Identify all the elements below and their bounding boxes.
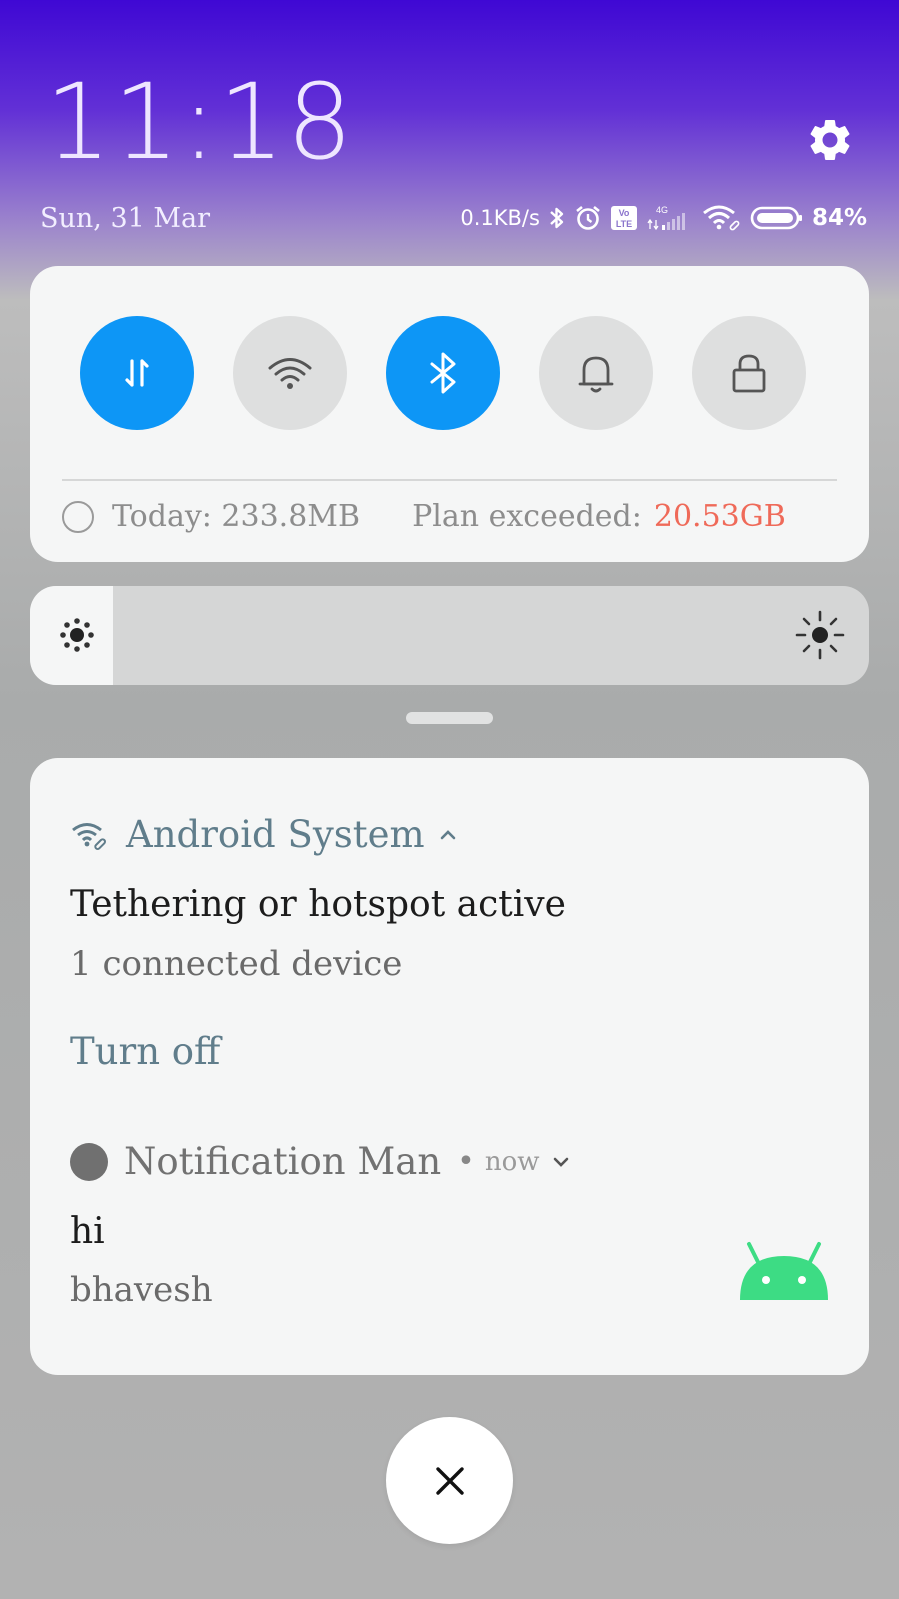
wifi-tether-icon [72,822,106,850]
bell-icon [578,356,614,393]
battery-icon [750,205,804,231]
date[interactable]: Sun, 31 Mar [40,203,210,234]
sound-toggle[interactable] [539,316,653,430]
notification-header[interactable]: Android System [70,813,463,856]
notification-header[interactable]: Notification Man • now [70,1140,576,1183]
lock-icon [732,354,766,393]
plan-label: Plan exceeded: [412,499,642,534]
separator: • [457,1144,475,1179]
notification-text[interactable]: bhavesh [70,1270,213,1310]
lock-toggle[interactable] [692,316,806,430]
settings-gear-icon[interactable] [805,115,855,165]
divider [62,479,837,481]
status-icons: 0.1KB/s Vo LTE 4G 84% [460,203,867,233]
wifi-icon [268,358,312,389]
mobile-data-toggle[interactable] [80,316,194,430]
data-today: Today: 233.8MB [112,499,361,534]
bluetooth-toggle[interactable] [386,316,500,430]
turn-off-button[interactable]: Turn off [70,1030,220,1073]
chevron-down-icon[interactable] [546,1150,576,1174]
wifi-icon [702,204,742,232]
data-usage-circle-icon [62,500,94,533]
brightness-low-icon [60,618,94,652]
notification-title[interactable]: hi [70,1211,105,1252]
notification-app-name: Android System [126,813,425,856]
wifi-toggle[interactable] [233,316,347,430]
brightness-slider[interactable] [30,586,869,685]
android-icon [740,1242,828,1300]
close-button[interactable] [386,1417,513,1544]
notifications-panel: Android System Tethering or hotspot acti… [30,758,869,1375]
data-usage-row[interactable]: Today: 233.8MB Plan exceeded: 20.53GB [62,499,786,534]
data-arrows-icon [125,359,149,387]
notification-time: now [484,1146,540,1177]
bluetooth-icon [548,205,566,231]
signal-icon: 4G [646,203,694,233]
chevron-up-icon[interactable] [433,823,463,847]
network-speed: 0.1KB/s [460,206,540,230]
app-circle-icon [70,1142,108,1181]
alarm-icon [574,204,602,232]
close-icon [435,1466,464,1495]
notification-title[interactable]: Tethering or hotspot active [70,884,566,925]
quick-settings-panel: Today: 233.8MB Plan exceeded: 20.53GB [30,266,869,562]
clock[interactable]: 11:18 [45,70,355,174]
brightness-high-icon [795,610,845,660]
notification-text[interactable]: 1 connected device [70,944,402,984]
network-type-label: 4G [656,205,668,215]
volte-icon: Vo LTE [610,205,638,231]
panel-drag-handle[interactable] [406,712,493,724]
plan-value: 20.53GB [653,499,786,534]
volte-bottom-label: LTE [616,219,632,229]
volte-top-label: Vo [619,208,630,218]
battery-percent: 84% [811,205,867,231]
bluetooth-icon [430,352,456,394]
notification-app-name: Notification Man [124,1140,442,1183]
